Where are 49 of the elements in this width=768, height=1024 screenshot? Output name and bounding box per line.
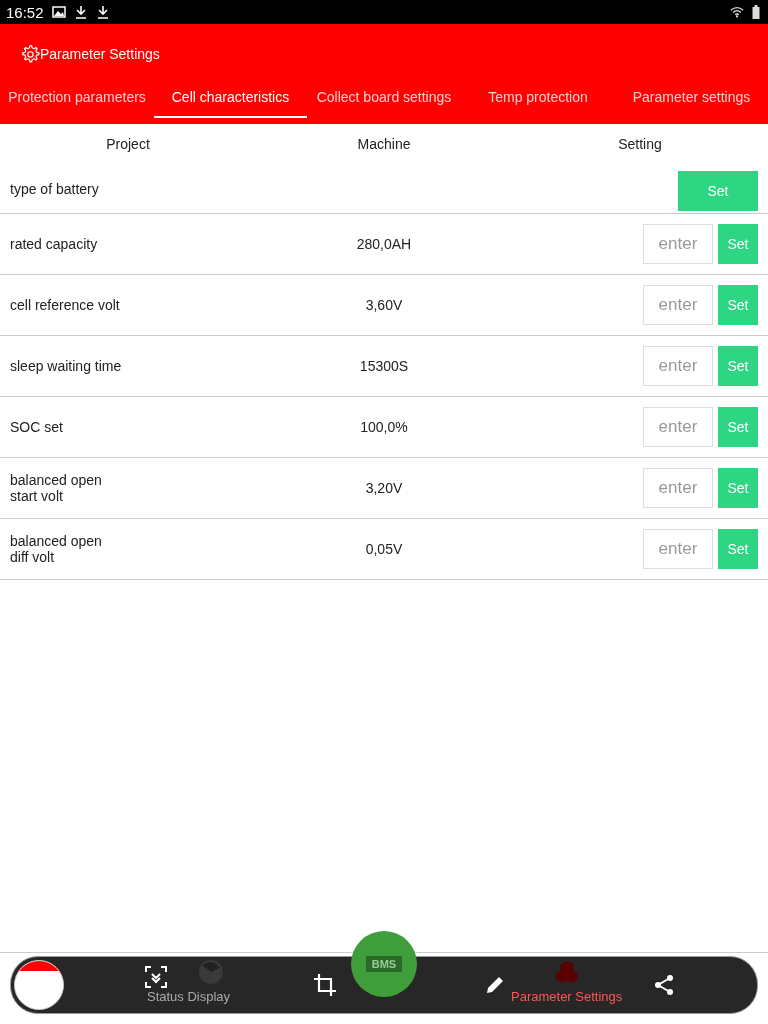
share-icon[interactable] [652,973,676,997]
parameter-name: sleep waiting time [10,358,122,374]
parameter-value: 100,0% [360,419,408,435]
parameter-value: 15300S [359,358,409,374]
screenshot-thumbnail[interactable] [14,960,64,1010]
set-button[interactable]: Set [718,529,758,569]
parameter-value: 3,60V [365,297,403,313]
crop-icon[interactable] [313,973,337,997]
input-field[interactable]: enter [643,346,713,386]
parameter-name: balanced open start volt [10,472,102,504]
screen-title: Parameter Settings [40,46,160,62]
tab[interactable]: Parameter settings [615,80,768,118]
parameter-name: type of battery [10,180,99,197]
column-header: Project [105,136,151,152]
column-header: Machine [356,136,412,152]
parameter-value: 0,05V [365,541,403,557]
parameter-value: 3,20V [365,480,403,496]
input-field[interactable]: enter [643,224,713,264]
tab[interactable]: Protection parameters [0,80,154,118]
tab[interactable]: Collect board settings [307,80,461,118]
column-header: Setting [617,136,663,152]
download-icon [73,5,88,19]
parameter-name: cell reference volt [10,297,120,313]
nav-label[interactable]: Parameter Settings [511,989,623,1004]
tab[interactable]: Temp protection [461,80,615,118]
tab[interactable]: Cell characteristics [154,80,307,118]
input-field[interactable]: enter [643,468,713,508]
settings-icon [20,44,40,64]
nav-label[interactable]: Status Display [147,989,231,1004]
battery-icon [752,5,760,19]
set-button[interactable]: Set [718,285,758,325]
input-field[interactable]: enter [643,285,713,325]
image-icon [51,5,66,19]
parameter-name: balanced open diff volt [10,533,102,565]
scroll-capture-icon[interactable] [144,965,168,989]
clock-time: 16:52 [6,3,44,21]
set-button[interactable]: Set [718,224,758,264]
wifi-icon [730,5,744,19]
set-button[interactable]: Set [718,468,758,508]
input-field[interactable]: enter [643,407,713,447]
input-field[interactable]: enter [643,529,713,569]
bms-logo: BMS [351,931,417,997]
set-button[interactable]: Set [718,346,758,386]
download-icon [95,5,110,19]
set-button[interactable]: Set [678,170,758,211]
parameter-name: SOC set [10,419,63,435]
set-button[interactable]: Set [718,407,758,447]
parameter-value: 280,0AH [356,236,412,252]
parameter-name: rated capacity [10,236,98,252]
